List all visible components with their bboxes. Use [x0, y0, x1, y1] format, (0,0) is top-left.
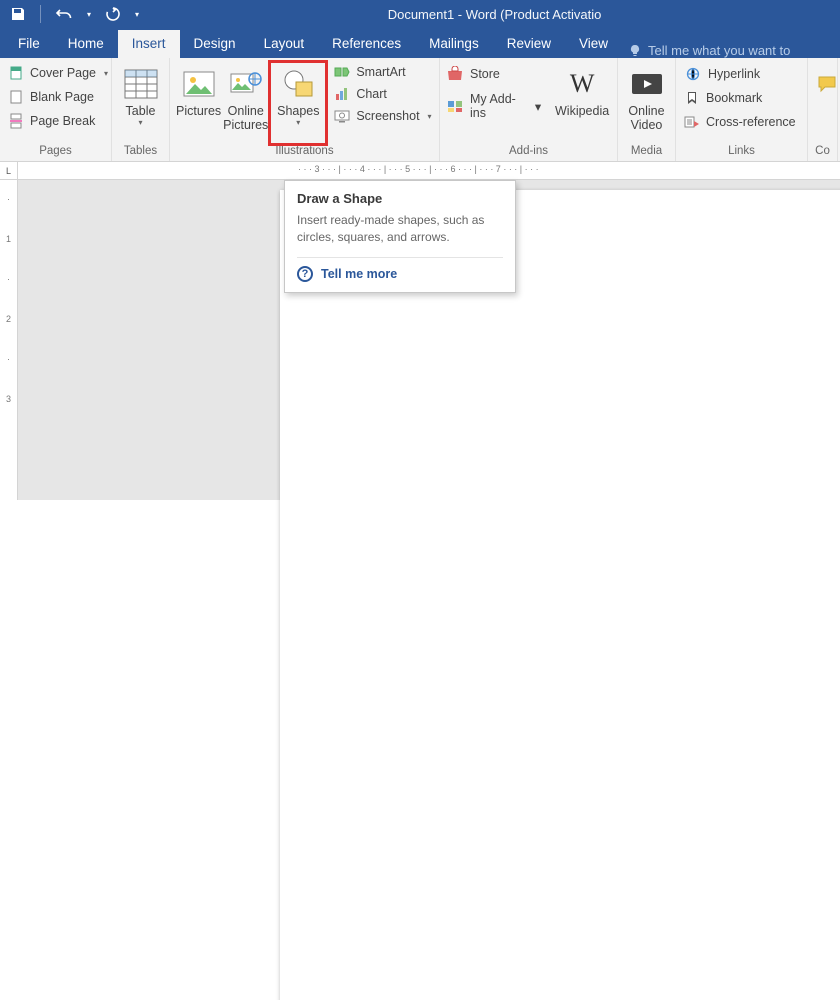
shapes-button[interactable]: Shapes ▾ [270, 62, 326, 140]
help-icon: ? [297, 266, 313, 282]
online-pictures-icon [228, 66, 264, 102]
group-media: Online Video Media [618, 58, 676, 161]
cover-page-icon [8, 65, 24, 81]
tooltip-body: Insert ready-made shapes, such as circle… [297, 212, 503, 247]
group-label-pages: Pages [0, 145, 111, 161]
table-icon [123, 66, 159, 102]
group-tables: Table ▾ Tables [112, 58, 170, 161]
qat-customize-caret[interactable]: ▾ [135, 10, 139, 19]
cross-reference-button[interactable]: Cross-reference [682, 114, 798, 130]
undo-dropdown-caret[interactable]: ▾ [87, 10, 91, 19]
hruler-markings: · · · 3 · · · | · · · 4 · · · | · · · 5 … [298, 164, 539, 174]
tab-design[interactable]: Design [180, 30, 250, 58]
group-label-tables: Tables [112, 145, 169, 161]
my-addins-icon [446, 98, 464, 114]
vertical-ruler[interactable]: · 1 · 2 · 3 [0, 180, 18, 500]
group-label-comments-partial: Co [808, 145, 837, 161]
pictures-button[interactable]: Pictures [176, 62, 221, 140]
blank-page-button[interactable]: Blank Page [6, 88, 110, 106]
group-label-media: Media [618, 145, 675, 161]
undo-icon[interactable] [55, 7, 73, 21]
group-label-illustrations: Illustrations [170, 145, 439, 161]
hyperlink-button[interactable]: Hyperlink [682, 66, 798, 82]
online-pictures-button[interactable]: Online Pictures [223, 62, 268, 140]
qat-separator [40, 5, 41, 23]
wikipedia-icon: W [564, 66, 600, 102]
ruler-corner[interactable]: L [0, 162, 18, 180]
save-icon[interactable] [10, 6, 26, 22]
tooltip-tell-me-more[interactable]: ? Tell me more [297, 257, 503, 282]
group-illustrations: Pictures Online Pictures Shapes ▾ SmartA… [170, 58, 440, 161]
cover-page-button[interactable]: Cover Page▾ [6, 64, 110, 82]
group-links: Hyperlink Bookmark Cross-reference Links [676, 58, 808, 161]
tab-layout[interactable]: Layout [250, 30, 319, 58]
tab-home[interactable]: Home [54, 30, 118, 58]
tab-references[interactable]: References [318, 30, 415, 58]
page-break-icon [8, 113, 24, 129]
chart-button[interactable]: Chart [332, 86, 433, 102]
table-button[interactable]: Table ▾ [118, 62, 163, 140]
pictures-icon [181, 66, 217, 102]
page-break-button[interactable]: Page Break [6, 112, 110, 130]
online-video-icon [629, 66, 665, 102]
hyperlink-icon [684, 67, 702, 81]
group-label-addins: Add-ins [440, 145, 617, 161]
store-icon [446, 66, 464, 82]
bookmark-icon [684, 91, 700, 105]
ribbon: Cover Page▾ Blank Page Page Break Pages … [0, 58, 840, 162]
group-label-links: Links [676, 145, 807, 161]
tell-me-search[interactable]: Tell me what you want to [628, 43, 790, 58]
tell-me-placeholder: Tell me what you want to [648, 43, 790, 58]
horizontal-ruler[interactable]: · · · 3 · · · | · · · 4 · · · | · · · 5 … [18, 162, 840, 180]
screenshot-icon [334, 109, 350, 123]
group-pages: Cover Page▾ Blank Page Page Break Pages [0, 58, 112, 161]
smartart-icon [334, 65, 350, 79]
wikipedia-button[interactable]: W Wikipedia [553, 62, 611, 140]
chart-icon [334, 87, 350, 101]
lightbulb-icon [628, 44, 642, 58]
tab-mailings[interactable]: Mailings [415, 30, 493, 58]
smartart-button[interactable]: SmartArt [332, 64, 433, 80]
tab-insert[interactable]: Insert [118, 30, 180, 58]
tab-view[interactable]: View [565, 30, 622, 58]
blank-page-icon [8, 89, 24, 105]
shapes-button-wrap: Shapes ▾ [270, 62, 326, 140]
window-title: Document1 - Word (Product Activatio [149, 7, 840, 22]
document-page[interactable] [280, 190, 840, 1000]
bookmark-button[interactable]: Bookmark [682, 90, 798, 106]
store-button[interactable]: Store [446, 66, 541, 82]
group-addins: Store My Add-ins ▾ W Wikipedia Add-ins [440, 58, 618, 161]
tab-review[interactable]: Review [493, 30, 565, 58]
shapes-icon [280, 66, 316, 102]
redo-icon[interactable] [105, 6, 121, 22]
tooltip-title: Draw a Shape [297, 191, 503, 206]
online-video-button[interactable]: Online Video [624, 62, 669, 140]
titlebar: ▾ ▾ Document1 - Word (Product Activatio [0, 0, 840, 28]
quick-access-toolbar: ▾ ▾ [0, 5, 149, 23]
comment-button-partial[interactable] [814, 62, 840, 140]
ribbon-tabstrip: File Home Insert Design Layout Reference… [0, 28, 840, 58]
document-workspace: L · · · 3 · · · | · · · 4 · · · | · · · … [0, 162, 840, 500]
shapes-tooltip: Draw a Shape Insert ready-made shapes, s… [284, 180, 516, 293]
cross-reference-icon [684, 115, 700, 129]
screenshot-button[interactable]: Screenshot▾ [332, 108, 433, 124]
comment-icon [809, 66, 840, 102]
my-addins-button[interactable]: My Add-ins ▾ [446, 92, 541, 120]
group-comments-partial: Co [808, 58, 838, 161]
tab-file[interactable]: File [4, 30, 54, 58]
